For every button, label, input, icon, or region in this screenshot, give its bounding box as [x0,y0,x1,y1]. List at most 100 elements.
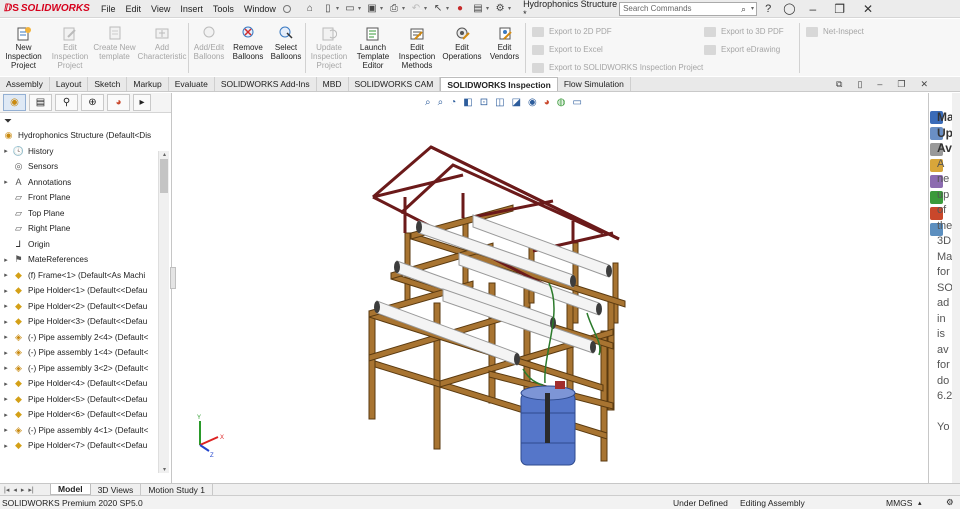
tree-item[interactable]: ◎ Sensors [0,159,158,175]
panel-splitter-handle[interactable] [170,267,176,289]
expand-arrow-icon[interactable]: ▸ [0,256,12,264]
tree-root[interactable]: ◉ Hydrophonics Structure (Default<Dis [0,128,158,144]
tree-item[interactable]: ▱ Right Plane [0,221,158,237]
user-account-icon[interactable]: ◯ [783,2,795,15]
menu-file[interactable]: File [96,4,121,14]
export-excel-button[interactable]: Export to Excel [532,42,704,57]
scroll-down-icon[interactable]: ▾ [159,466,170,473]
tab-markup[interactable]: Markup [127,77,169,91]
save-icon[interactable]: ▣ [365,3,379,15]
close-button[interactable]: ✕ [863,2,873,16]
print-icon[interactable]: ⎙ [387,3,401,15]
export-edrawing-button[interactable]: Export eDrawing [704,42,799,57]
launch-template-editor-button[interactable]: Launch Template Editor [352,19,394,76]
new-document-icon[interactable]: ▯ [321,3,335,15]
solidworks-logo[interactable]: ⅅS SOLIDWORKS [0,3,96,14]
tab-mbd[interactable]: MBD [317,77,349,91]
select-balloons-button[interactable]: Select Balloons [267,19,305,76]
property-manager-tab-icon[interactable]: ▤ [29,94,52,111]
tree-item[interactable]: ▸ ◈ (-) Pipe assembly 3<2> (Default< [0,361,158,377]
search-commands-input[interactable]: Search Commands ⌕ ▾ [619,1,758,16]
configuration-manager-tab-icon[interactable]: ⚲ [55,94,78,111]
tree-item[interactable]: ▸ ⚑ MateReferences [0,252,158,268]
tab-assembly[interactable]: Assembly [0,77,50,91]
tab-next-icon[interactable]: ▸ [21,486,25,494]
tab-solidworks-cam[interactable]: SOLIDWORKS CAM [349,77,441,91]
edit-inspection-project-button[interactable]: Edit Inspection Project [47,19,93,76]
tab-flow-simulation[interactable]: Flow Simulation [558,77,631,91]
tab-last-icon[interactable]: ▸| [28,486,33,494]
file-properties-icon[interactable]: ▤ [471,3,485,15]
open-icon[interactable]: ▭ [343,3,357,15]
menu-edit[interactable]: Edit [121,4,147,14]
edit-vendors-button[interactable]: Edit Vendors [484,19,525,76]
expand-arrow-icon[interactable]: ▸ [0,302,12,310]
remove-balloons-button[interactable]: Remove Balloons [229,19,267,76]
graphics-area[interactable]: ⌕ ⌕ ◔ ◧ ⊡ ◫ ◪ ◉ ◕ ◍ ▭ Y X Z [170,93,928,483]
expand-arrow-icon[interactable]: ▸ [0,318,12,326]
pin-menu-icon[interactable] [282,4,291,13]
tree-item[interactable]: ▸ ◆ Pipe Holder<3> (Default<<Defau [0,314,158,330]
tree-item[interactable]: ▱ Front Plane [0,190,158,206]
search-icon[interactable]: ⌕ [741,4,746,15]
search-dropdown-icon[interactable]: ▾ [751,5,754,12]
new-dropdown-icon[interactable]: ▾ [336,5,339,12]
scroll-thumb[interactable] [160,159,168,193]
print-dropdown-icon[interactable]: ▾ [402,5,405,12]
expand-arrow-icon[interactable]: ▸ [0,426,12,434]
expand-arrow-icon[interactable]: ▸ [0,287,12,295]
menu-window[interactable]: Window [239,4,281,14]
tree-item[interactable]: ▸ ◈ (-) Pipe assembly 2<4> (Default< [0,330,158,346]
expand-arrow-icon[interactable]: ▸ [0,395,12,403]
tree-item[interactable]: ▸ ◆ Pipe Holder<2> (Default<<Defau [0,299,158,315]
viewport-restore-icon[interactable]: ❐ [897,79,905,90]
expand-arrow-icon[interactable]: ▸ [0,333,12,341]
tree-item[interactable]: ▱ Top Plane [0,206,158,222]
tree-item[interactable]: ▸ ◆ Pipe Holder<4> (Default<<Defau [0,376,158,392]
edit-operations-button[interactable]: Edit Operations [440,19,484,76]
tab-solidworks-add-ins[interactable]: SOLIDWORKS Add-Ins [215,77,317,91]
menu-insert[interactable]: Insert [175,4,208,14]
help-icon[interactable]: ? [765,3,771,15]
tab-solidworks-inspection[interactable]: SOLIDWORKS Inspection [440,77,558,91]
tab-evaluate[interactable]: Evaluate [169,77,215,91]
units-selector[interactable]: MMGS [886,498,912,508]
menu-tools[interactable]: Tools [208,4,239,14]
restore-button[interactable]: ❐ [834,2,845,16]
tree-scrollbar[interactable]: ▴ ▾ [158,151,169,473]
create-new-template-button[interactable]: Create New template [93,19,136,76]
viewport-close-icon[interactable]: ✕ [920,79,928,90]
undo-icon[interactable]: ↶ [409,3,423,15]
rebuild-icon[interactable]: ● [453,3,467,15]
expand-arrow-icon[interactable]: ▸ [0,271,12,279]
add-characteristic-button[interactable]: Add Characteristic [136,19,188,76]
tree-item[interactable]: ▸ ◆ Pipe Holder<7> (Default<<Defau [0,438,158,454]
display-manager-tab-icon[interactable]: ◕ [107,94,130,111]
export-3d-pdf-button[interactable]: Export to 3D PDF [704,24,799,39]
units-dropdown-icon[interactable]: ▴ [918,499,922,507]
tree-item[interactable]: ▸ ◆ Pipe Holder<1> (Default<<Defau [0,283,158,299]
tree-item[interactable]: ▸ ◆ (f) Frame<1> (Default<As Machi [0,268,158,284]
tree-item[interactable]: ⅃ Origin [0,237,158,253]
expand-arrow-icon[interactable]: ▸ [0,364,12,372]
expand-arrow-icon[interactable]: ▸ [0,349,12,357]
export-inspection-project-button[interactable]: Export to SOLIDWORKS Inspection Project [532,60,704,75]
file-properties-dropdown-icon[interactable]: ▾ [486,5,489,12]
tab-3d-views[interactable]: 3D Views [91,484,142,495]
tree-item[interactable]: ▸ A Annotations [0,175,158,191]
tree-item[interactable]: ▸ ◈ (-) Pipe assembly 4<1> (Default< [0,423,158,439]
options-dropdown-icon[interactable]: ▾ [508,5,511,12]
select-cursor-icon[interactable]: ↖ [431,3,445,15]
tab-sketch[interactable]: Sketch [88,77,128,91]
tab-motion-study-1[interactable]: Motion Study 1 [141,484,214,495]
viewport-minimize-icon[interactable]: – [877,79,882,90]
tab-prev-icon[interactable]: ◂ [13,486,17,494]
expand-arrow-icon[interactable]: ▸ [0,442,12,450]
expand-arrow-icon[interactable]: ▸ [0,380,12,388]
scroll-up-icon[interactable]: ▴ [159,151,170,158]
tree-item[interactable]: ▸ 🕓 History [0,144,158,160]
net-inspect-button[interactable]: Net-Inspect [806,24,880,39]
save-dropdown-icon[interactable]: ▾ [380,5,383,12]
viewport-tile-icon[interactable]: ⧉ [836,79,842,90]
task-pane-scrollbar[interactable] [952,93,960,483]
